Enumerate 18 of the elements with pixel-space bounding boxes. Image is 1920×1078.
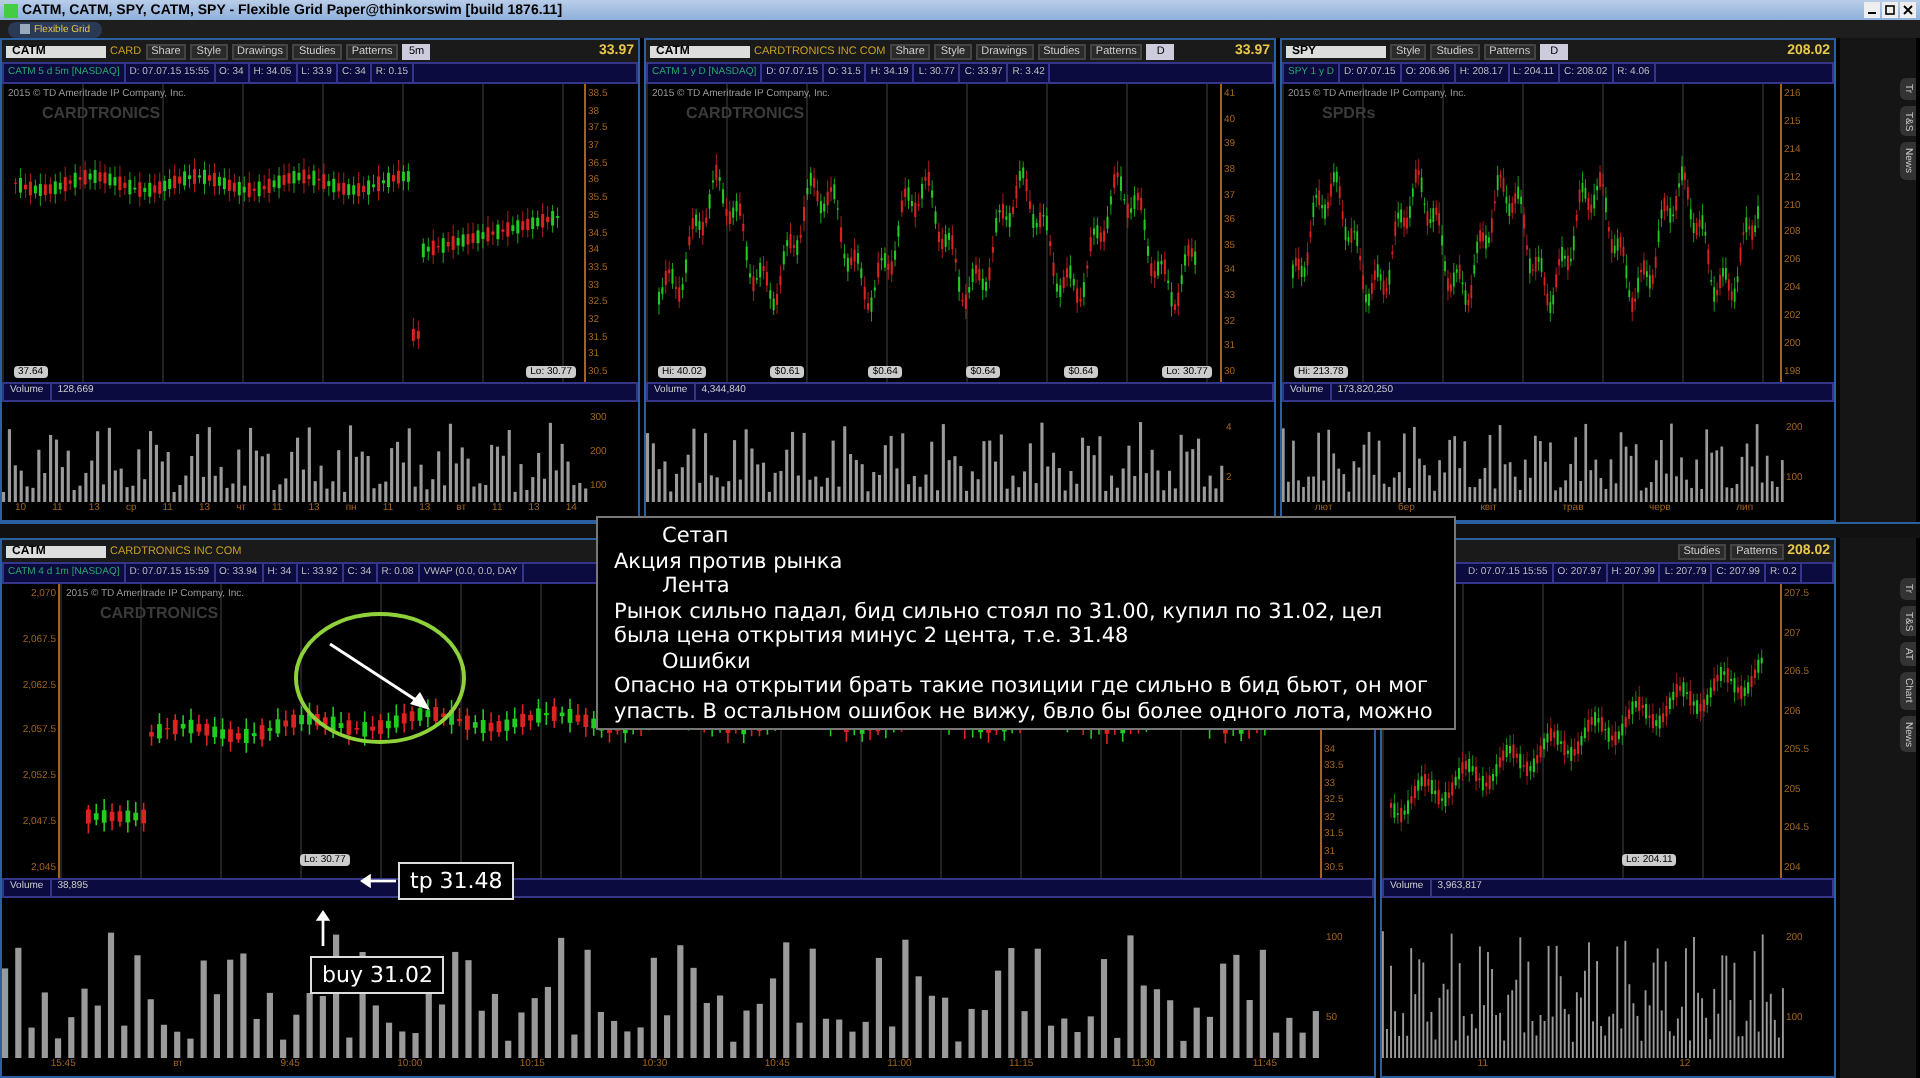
chart-logo: CARDTRONICS — [42, 104, 161, 122]
grid-icon — [20, 24, 30, 34]
chart-logo: CARDTRONICS — [100, 604, 219, 622]
chart-logo: CARDTRONICS — [686, 104, 805, 122]
chart-logo: SPDRs — [1322, 104, 1376, 122]
note-heading: Ошибки — [660, 649, 753, 674]
app-icon — [4, 3, 18, 17]
close-icon[interactable] — [1900, 2, 1916, 18]
trade-callout: tp 31.48 — [398, 862, 515, 900]
note-heading: Сетап — [660, 524, 731, 549]
note-text: Акция против рынка — [614, 549, 845, 574]
minimize-icon[interactable] — [1864, 2, 1880, 18]
arrow-icon — [360, 872, 396, 890]
note-text: Рынок сильно падал, бид сильно стоял по 31.00, купил по 31.02, цел была цена открытия минус 2 цента, т.е. 31.48 — [614, 599, 1385, 649]
restore-icon[interactable] — [1882, 2, 1898, 18]
note-text: Опасно на открытии брать такие позиции где сильно в бид бьют, он мог упасть. В остальном ошибок не вижу, бвло бы более одного лота, можно — [614, 674, 1435, 724]
trade-callout: buy 31.02 — [310, 956, 445, 994]
note-heading: Лента — [660, 574, 732, 599]
